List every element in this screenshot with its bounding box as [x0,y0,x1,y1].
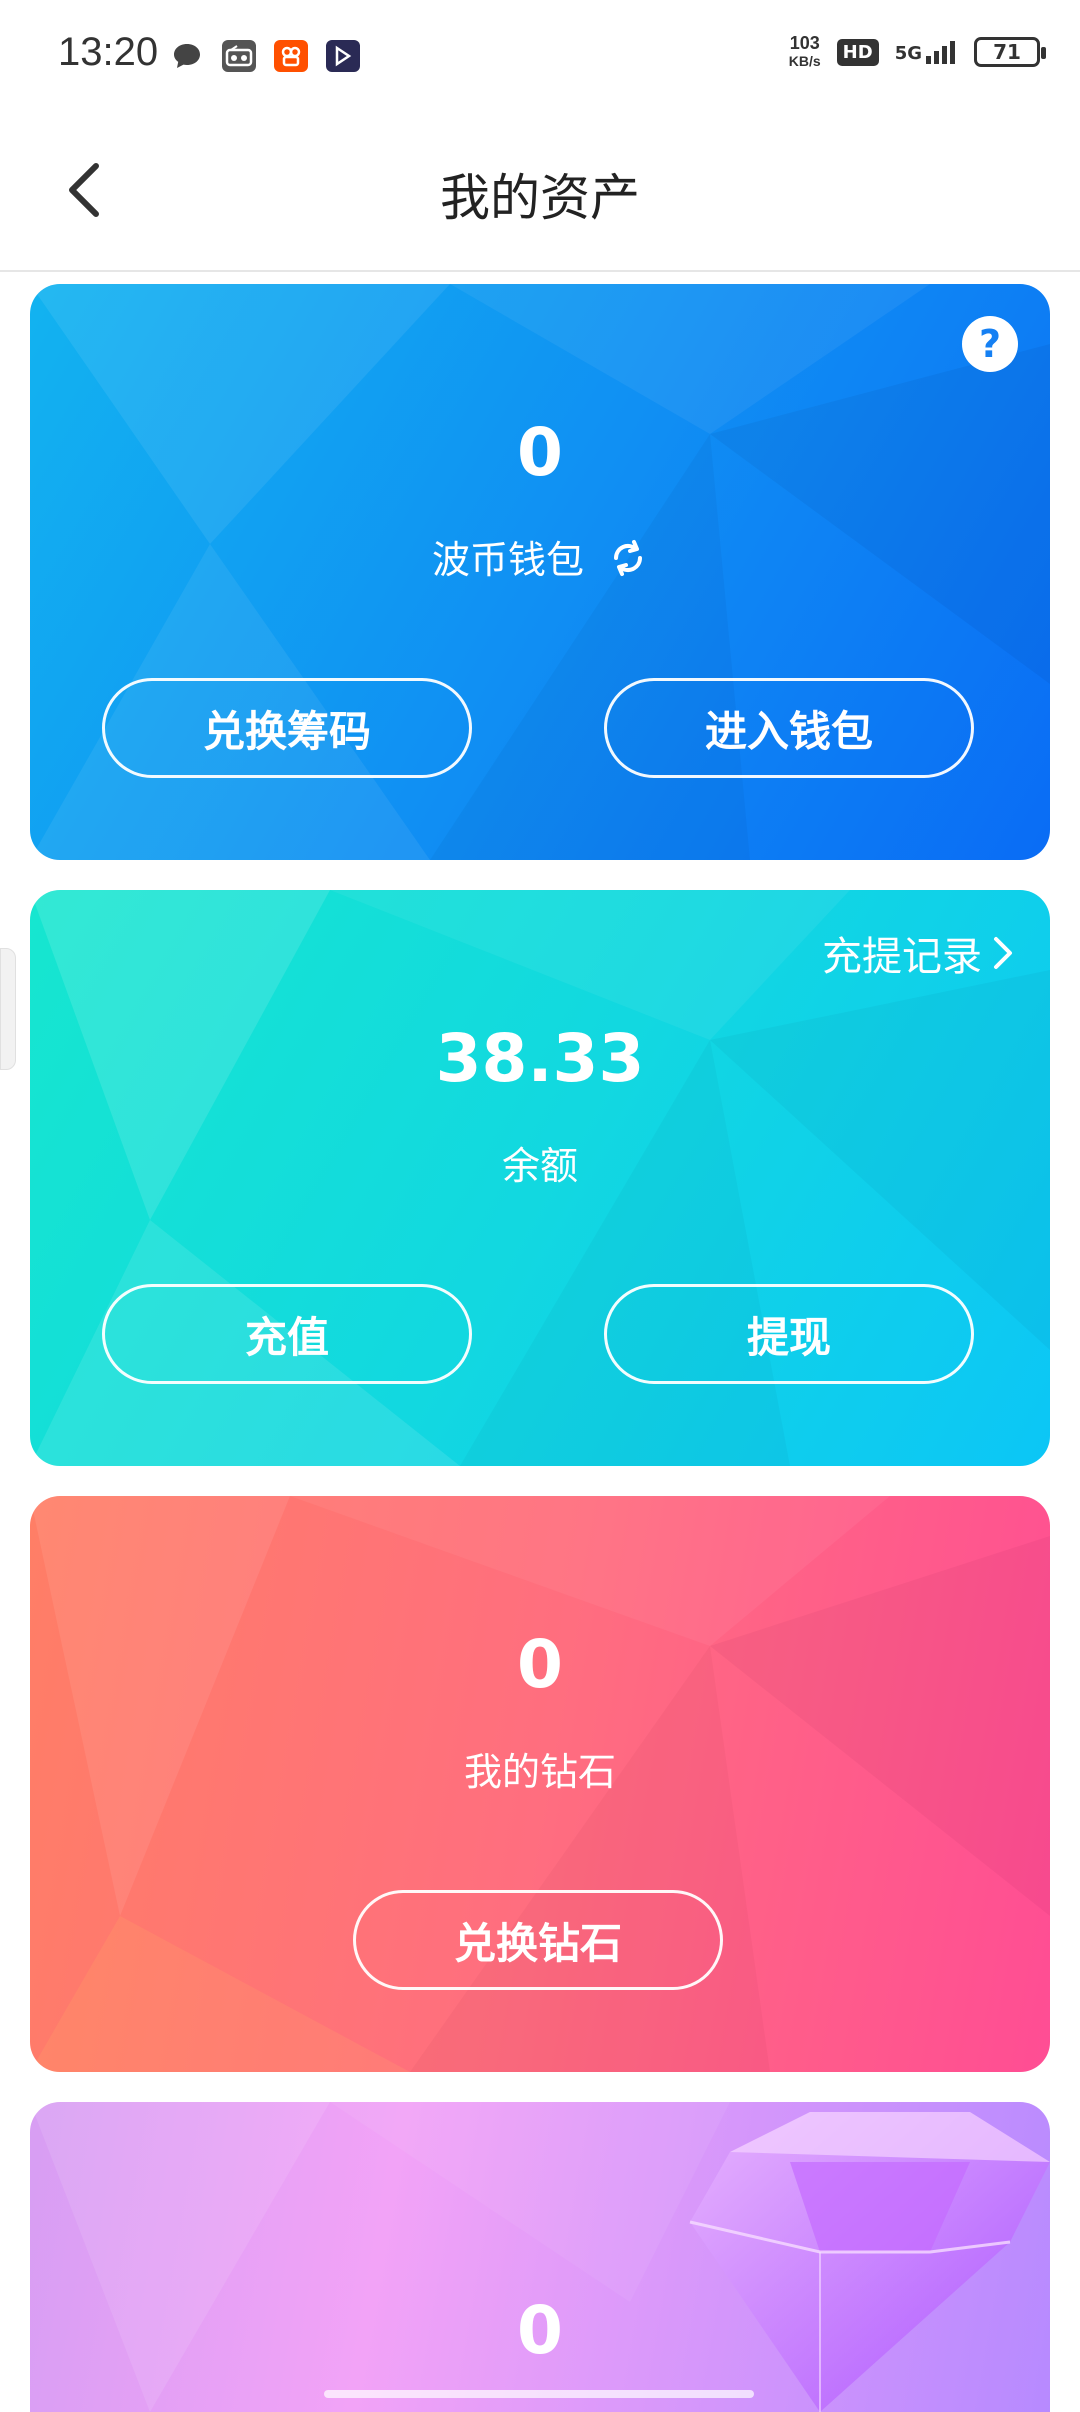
message-icon [170,40,204,72]
nav-bar: 我的资产 [0,110,1080,272]
signal-icon: 5G [895,40,958,64]
recharge-button[interactable]: 充值 [102,1284,472,1384]
speed-value: 103 [789,33,820,53]
diamond-label: 我的钻石 [463,1750,616,1794]
wallet-label-row: 波币钱包 [30,529,1050,587]
enter-wallet-button[interactable]: 进入钱包 [604,678,974,778]
kuaishou-icon [274,40,308,72]
video-app-icon [326,40,360,72]
speed-unit: KB/s [788,53,821,69]
battery-icon: 71 [974,37,1046,67]
wallet-amount: 0 [517,414,563,491]
diamond-amount: 0 [517,1626,563,1703]
records-label: 充提记录 [822,934,982,980]
battery-level: 71 [993,40,1021,64]
status-time: 13:20 [58,30,159,74]
page-title: 我的资产 [440,169,640,227]
notification-icons [170,40,360,72]
help-icon[interactable]: ? [962,316,1018,372]
home-indicator[interactable] [324,2390,754,2398]
status-bar: 13:20 103 KB/s HD 5G 71 [0,0,1080,110]
network-speed: 103 KB/s [789,34,821,70]
system-icons: 103 KB/s HD 5G 71 [789,34,1046,70]
gem-card: 0 [30,2102,1050,2412]
network-type: 5G [894,43,922,64]
balance-card: 充提记录 38.33 余额 充值 提现 [30,890,1050,1466]
withdraw-button[interactable]: 提现 [604,1284,974,1384]
refresh-icon[interactable] [608,538,648,587]
chevron-right-icon [994,937,1012,969]
hd-badge: HD [836,38,879,66]
diamond-card: 0 我的钻石 兑换钻石 [30,1496,1050,2072]
wallet-card: ? 0 波币钱包 兑换筹码 进入钱包 [30,284,1050,860]
balance-amount: 38.33 [435,1020,645,1097]
wallet-label: 波币钱包 [431,538,584,582]
gem-amount: 0 [517,2292,563,2369]
exchange-diamonds-button[interactable]: 兑换钻石 [353,1890,723,1990]
recharge-records-link[interactable]: 充提记录 [822,924,1014,982]
edge-handle[interactable] [0,948,16,1070]
exchange-chips-button[interactable]: 兑换筹码 [102,678,472,778]
balance-label: 余额 [501,1144,578,1188]
radio-icon [222,40,256,72]
